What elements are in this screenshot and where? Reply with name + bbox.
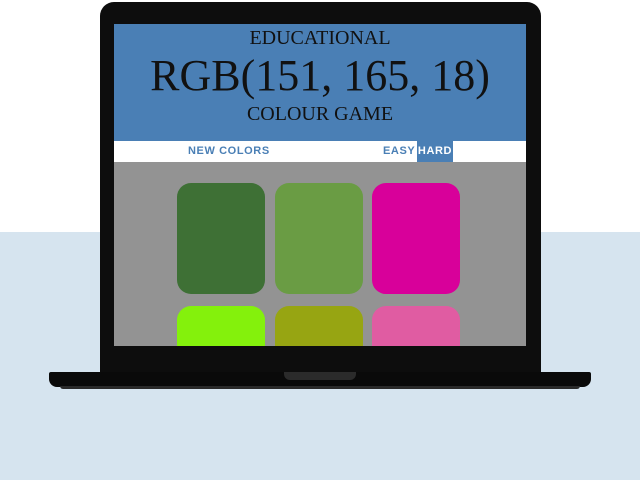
color-square-4[interactable] [177, 306, 265, 346]
laptop-hinge-notch [284, 372, 356, 380]
easy-mode-button[interactable]: EASY [383, 141, 415, 162]
color-square-5[interactable] [275, 306, 363, 346]
color-square-2[interactable] [275, 183, 363, 294]
color-square-3[interactable] [372, 183, 460, 294]
game-header: EDUCATIONAL RGB(151, 165, 18) COLOUR GAM… [114, 24, 526, 141]
game-area [114, 162, 526, 346]
laptop-screen: EDUCATIONAL RGB(151, 165, 18) COLOUR GAM… [114, 24, 526, 346]
target-rgb-display: RGB(151, 165, 18) [150, 51, 490, 100]
new-colors-button[interactable]: NEW COLORS [188, 141, 270, 162]
header-title-bottom: COLOUR GAME [246, 103, 394, 125]
game-nav-bar: NEW COLORS EASY HARD [114, 141, 526, 162]
color-square-6[interactable] [372, 306, 460, 346]
hard-mode-button[interactable]: HARD [417, 141, 453, 162]
color-square-1[interactable] [177, 183, 265, 294]
laptop-base-shadow [60, 386, 580, 389]
header-title-top: EDUCATIONAL [249, 27, 391, 49]
